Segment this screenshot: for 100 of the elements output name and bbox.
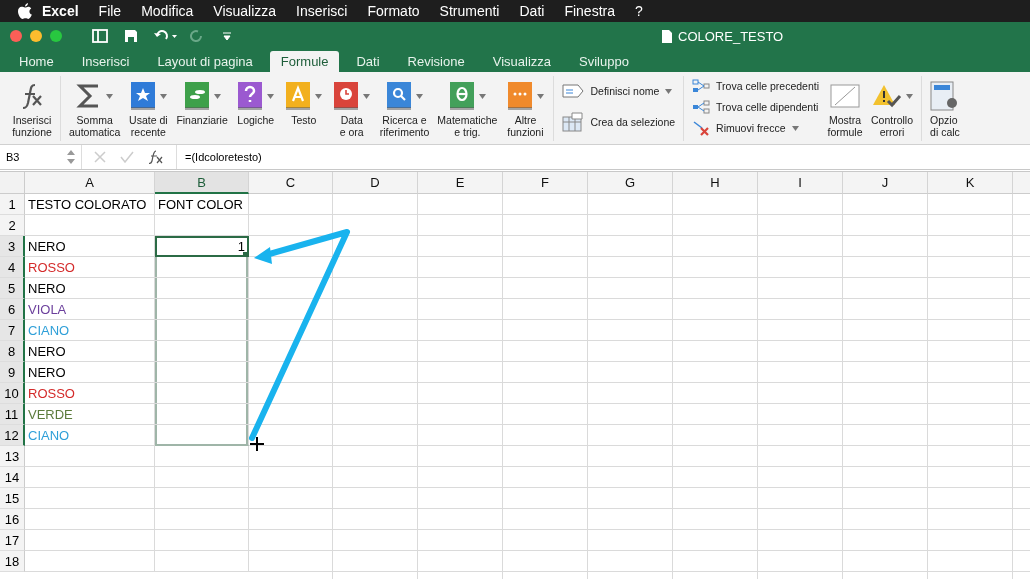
table-cell: VERDE bbox=[25, 404, 155, 425]
row-header[interactable]: 3 bbox=[0, 236, 25, 257]
table-cell[interactable] bbox=[155, 341, 249, 362]
table-cell[interactable] bbox=[155, 299, 249, 320]
table-cell[interactable] bbox=[155, 383, 249, 404]
column-header[interactable]: A bbox=[25, 172, 155, 194]
row-header[interactable]: 4 bbox=[0, 257, 25, 278]
minimize-button[interactable] bbox=[30, 30, 42, 42]
row-header[interactable]: 5 bbox=[0, 278, 25, 299]
menu-item[interactable]: Formato bbox=[357, 3, 430, 19]
menu-item[interactable]: Dati bbox=[509, 3, 555, 19]
column-header[interactable]: J bbox=[843, 172, 928, 194]
ribbon-tab[interactable]: Layout di pagina bbox=[146, 51, 264, 72]
table-cell[interactable] bbox=[155, 362, 249, 383]
ribbon-tab[interactable]: Revisione bbox=[396, 51, 476, 72]
menu-item[interactable]: ? bbox=[624, 3, 653, 19]
sidebar-icon[interactable] bbox=[92, 29, 108, 43]
row-header[interactable]: 9 bbox=[0, 362, 25, 383]
ribbon-button[interactable]: Mostra formule bbox=[823, 76, 867, 140]
save-icon[interactable] bbox=[124, 29, 138, 43]
cancel-icon[interactable] bbox=[94, 151, 106, 163]
menu-item[interactable]: Strumenti bbox=[429, 3, 510, 19]
row-header[interactable]: 8 bbox=[0, 341, 25, 362]
ribbon-button[interactable]: Crea da selezione bbox=[560, 110, 678, 134]
ribbon-button[interactable]: Trova celle precedenti bbox=[690, 76, 821, 96]
column-header[interactable]: B bbox=[155, 172, 249, 194]
ribbon-button[interactable]: Trova celle dipendenti bbox=[690, 97, 821, 117]
menu-item[interactable]: Inserisci bbox=[286, 3, 358, 19]
table-cell[interactable] bbox=[155, 509, 249, 530]
row-header[interactable]: 6 bbox=[0, 299, 25, 320]
table-cell[interactable] bbox=[155, 278, 249, 299]
row-header[interactable]: 14 bbox=[0, 467, 25, 488]
ribbon-button[interactable]: Somma automatica bbox=[67, 76, 123, 140]
check-icon[interactable] bbox=[120, 151, 134, 163]
ribbon-button[interactable]: Ricerca e riferimento bbox=[377, 76, 432, 140]
ribbon-button[interactable]: Definisci nome bbox=[560, 82, 678, 100]
ribbon-button[interactable]: Testo bbox=[281, 76, 326, 128]
column-header[interactable]: F bbox=[503, 172, 588, 194]
select-all-corner[interactable] bbox=[0, 172, 25, 194]
row-header[interactable]: 13 bbox=[0, 446, 25, 467]
table-cell[interactable] bbox=[155, 404, 249, 425]
table-cell: TESTO COLORATO bbox=[25, 194, 155, 215]
ribbon-tab[interactable]: Visualizza bbox=[481, 51, 562, 72]
table-cell[interactable]: 1 bbox=[155, 236, 249, 257]
column-header[interactable]: H bbox=[673, 172, 758, 194]
column-header[interactable]: C bbox=[249, 172, 333, 194]
name-box[interactable]: B3 bbox=[0, 145, 82, 169]
zoom-button[interactable] bbox=[50, 30, 62, 42]
table-cell[interactable] bbox=[155, 467, 249, 488]
table-cell[interactable] bbox=[155, 257, 249, 278]
row-header[interactable]: 7 bbox=[0, 320, 25, 341]
apple-icon[interactable] bbox=[18, 3, 32, 19]
ribbon-button[interactable]: Opzio di calc bbox=[928, 76, 962, 140]
row-header[interactable]: 16 bbox=[0, 509, 25, 530]
ribbon-tab[interactable]: Sviluppo bbox=[568, 51, 640, 72]
ribbon-button[interactable]: Controllo errori bbox=[869, 76, 916, 140]
ribbon-tab[interactable]: Formule bbox=[269, 51, 340, 72]
fill-handle[interactable] bbox=[243, 252, 248, 257]
customize-icon[interactable] bbox=[222, 31, 232, 41]
table-cell[interactable] bbox=[155, 488, 249, 509]
menu-item[interactable]: Visualizza bbox=[203, 3, 287, 19]
column-header[interactable]: E bbox=[418, 172, 503, 194]
formula-field[interactable]: =(Idcoloretesto) bbox=[177, 151, 262, 163]
column-header[interactable]: I bbox=[758, 172, 843, 194]
ribbon-button[interactable]: Logiche bbox=[233, 76, 278, 128]
table-cell[interactable] bbox=[155, 215, 249, 236]
menu-item[interactable]: Modifica bbox=[131, 3, 204, 19]
table-cell[interactable] bbox=[155, 425, 249, 446]
table-cell[interactable]: FONT COLOR bbox=[155, 194, 249, 215]
ribbon-tab[interactable]: Dati bbox=[345, 51, 391, 72]
function-icon[interactable] bbox=[148, 150, 164, 164]
table-cell[interactable] bbox=[155, 530, 249, 551]
row-header[interactable]: 10 bbox=[0, 383, 25, 404]
ribbon-button[interactable]: Altre funzioni bbox=[503, 76, 548, 140]
label-icon bbox=[562, 84, 585, 98]
close-button[interactable] bbox=[10, 30, 22, 42]
row-header[interactable]: 12 bbox=[0, 425, 25, 446]
ribbon-button[interactable]: Finanziarie bbox=[174, 76, 230, 128]
row-header[interactable]: 15 bbox=[0, 488, 25, 509]
menu-item[interactable]: Finestra bbox=[554, 3, 625, 19]
app-menu[interactable]: Excel bbox=[32, 3, 89, 19]
ribbon-button[interactable]: Inserisci funzione bbox=[10, 76, 54, 140]
row-header[interactable]: 1 bbox=[0, 194, 25, 215]
column-header[interactable]: K bbox=[928, 172, 1013, 194]
ribbon-button[interactable]: Rimuovi frecce bbox=[690, 118, 821, 138]
ribbon-button[interactable]: Usate di recente bbox=[126, 76, 171, 140]
table-cell[interactable] bbox=[155, 551, 249, 572]
row-header[interactable]: 2 bbox=[0, 215, 25, 236]
ribbon-tab[interactable]: Home bbox=[8, 51, 65, 72]
column-header[interactable]: D bbox=[333, 172, 418, 194]
table-cell[interactable] bbox=[155, 320, 249, 341]
ribbon-button[interactable]: Matematiche e trig. bbox=[435, 76, 500, 140]
row-header[interactable]: 18 bbox=[0, 551, 25, 572]
ribbon-button[interactable]: Data e ora bbox=[329, 76, 374, 140]
menu-item[interactable]: File bbox=[88, 3, 132, 19]
table-cell[interactable] bbox=[155, 446, 249, 467]
row-header[interactable]: 11 bbox=[0, 404, 25, 425]
column-header[interactable]: G bbox=[588, 172, 673, 194]
row-header[interactable]: 17 bbox=[0, 530, 25, 551]
ribbon-tab[interactable]: Inserisci bbox=[70, 51, 141, 72]
